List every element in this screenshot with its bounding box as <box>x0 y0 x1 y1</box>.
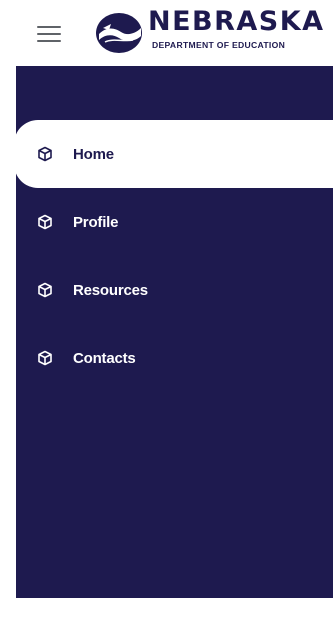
nebraska-logo[interactable]: NEBRASKA DEPARTMENT OF EDUCATION <box>95 6 333 58</box>
cube-icon <box>37 282 53 298</box>
logo-subtitle: DEPARTMENT OF EDUCATION <box>152 40 286 50</box>
sidebar-item-label: Resources <box>73 281 148 299</box>
sidebar-item-resources[interactable]: Resources <box>16 256 333 324</box>
hamburger-menu-icon[interactable] <box>37 26 61 42</box>
cube-icon <box>37 350 53 366</box>
sidebar-nav: Home Profile Resources Contacts <box>14 120 333 392</box>
top-bar: NEBRASKA DEPARTMENT OF EDUCATION <box>0 0 333 66</box>
sidebar-item-label: Home <box>73 145 114 163</box>
sidebar-item-home[interactable]: Home <box>14 120 333 188</box>
logo-emblem-icon <box>96 13 142 53</box>
sidebar-item-label: Profile <box>73 213 119 231</box>
logo-title: NEBRASKA <box>148 6 325 37</box>
cube-icon <box>37 146 53 162</box>
sidebar-item-label: Contacts <box>73 349 136 367</box>
sidebar-item-profile[interactable]: Profile <box>16 188 333 256</box>
cube-icon <box>37 214 53 230</box>
sidebar-item-contacts[interactable]: Contacts <box>16 324 333 392</box>
sidebar: Home Profile Resources Contacts <box>14 66 333 598</box>
